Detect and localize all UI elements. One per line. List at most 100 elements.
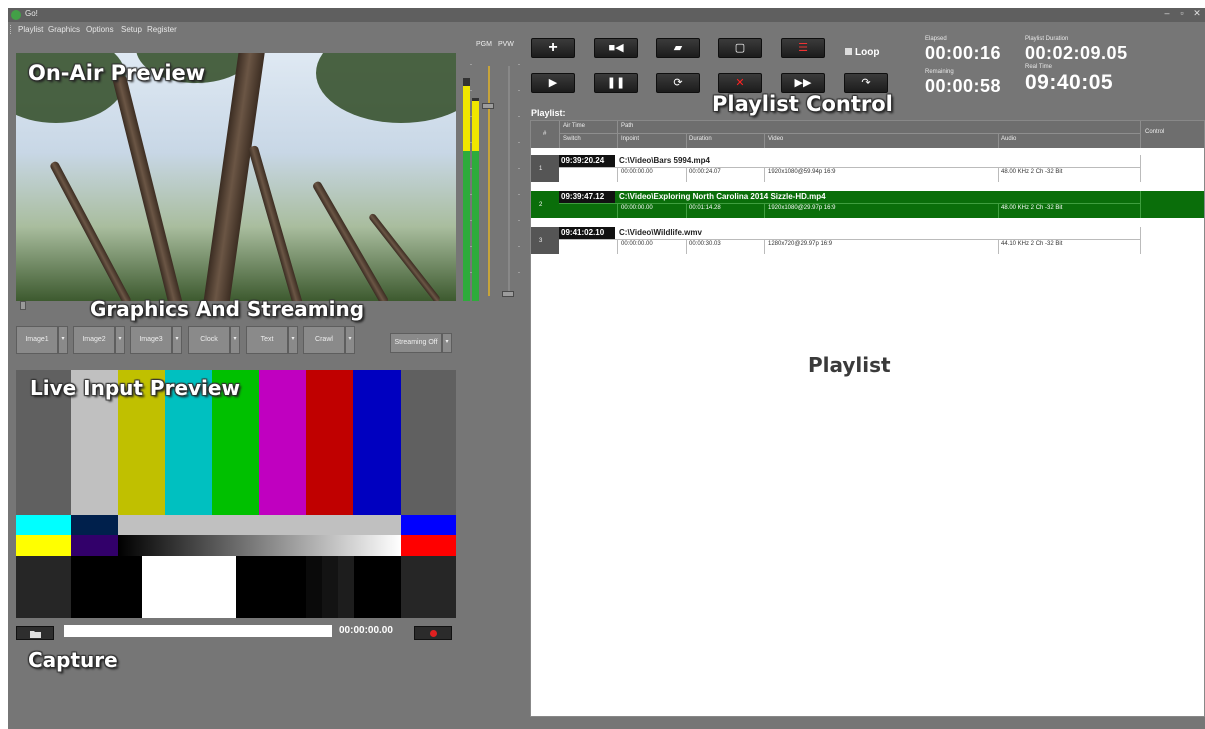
- streaming-button[interactable]: Streaming Off: [390, 333, 442, 353]
- header-num: #: [543, 131, 547, 137]
- delete-list-icon: ☰: [798, 42, 808, 54]
- title-bar: Go! – ▫ ✕: [8, 8, 1205, 22]
- save-button[interactable]: ▢: [718, 38, 762, 58]
- row-duration: 00:01:14.28: [689, 205, 721, 211]
- table-row[interactable]: 1 09:39:20.24 C:\Video\Bars 5994.mp4 00:…: [531, 155, 1204, 182]
- live-input-preview: Live Input Preview: [16, 370, 456, 618]
- playlist-duration-label: Playlist Duration: [1025, 36, 1069, 42]
- on-air-preview: On-Air Preview: [16, 53, 456, 301]
- row-duration: 00:00:24.07: [689, 169, 721, 175]
- image1-button[interactable]: Image1: [16, 326, 58, 354]
- loop-checkbox[interactable]: Loop: [845, 47, 879, 58]
- row-audio: 48.00 KHz 2 Ch -32 Bit: [1001, 169, 1063, 175]
- image2-button[interactable]: Image2: [73, 326, 115, 354]
- pgm-level-meter: [463, 78, 470, 301]
- scrubber-knob[interactable]: [20, 301, 26, 310]
- menu-graphics[interactable]: Graphics: [48, 25, 80, 34]
- pgm-label: PGM: [476, 41, 492, 48]
- row-number: 3: [531, 227, 559, 254]
- app-logo-icon: [11, 10, 21, 20]
- playlist-duration: 00:02:09.05: [1025, 43, 1128, 63]
- image2-dropdown[interactable]: ▾: [115, 326, 125, 354]
- header-duration: Duration: [689, 136, 712, 142]
- row-control[interactable]: [1140, 155, 1204, 182]
- reload-button[interactable]: ⟳: [656, 73, 700, 93]
- crawl-button[interactable]: Crawl: [303, 326, 345, 354]
- loop-checkbox-box[interactable]: [845, 48, 852, 55]
- table-row-active[interactable]: 2 09:39:47.12 C:\Video\Exploring North C…: [531, 191, 1204, 218]
- menu-setup[interactable]: Setup: [121, 25, 142, 34]
- image1-dropdown[interactable]: ▾: [58, 326, 68, 354]
- row-video: 1280x720@29.97p 16:9: [768, 241, 833, 247]
- clock-dropdown[interactable]: ▾: [230, 326, 240, 354]
- redo-button[interactable]: ↷: [844, 73, 888, 93]
- pause-icon: ❚❚: [606, 77, 626, 89]
- row-path: C:\Video\Wildlife.wmv: [619, 228, 702, 237]
- row-path: C:\Video\Exploring North Carolina 2014 S…: [619, 192, 826, 201]
- remaining-label: Remaining: [925, 69, 954, 75]
- text-dropdown[interactable]: ▾: [288, 326, 298, 354]
- row-audio: 44.10 KHz 2 Ch -32 Bit: [1001, 241, 1063, 247]
- capture-progress-bar: [64, 625, 332, 637]
- row-inpoint: 00:00:00.00: [621, 169, 653, 175]
- elapsed-time: 00:00:16: [925, 43, 1002, 63]
- image3-button[interactable]: Image3: [130, 326, 172, 354]
- next-button[interactable]: ▶▶: [781, 73, 825, 93]
- stop-button[interactable]: ✕: [718, 73, 762, 93]
- row-duration: 00:00:30.03: [689, 241, 721, 247]
- meter-labels: PGM PVW: [476, 41, 520, 48]
- image3-dropdown[interactable]: ▾: [172, 326, 182, 354]
- close-icon[interactable]: ✕: [1190, 8, 1204, 19]
- header-switch: Switch: [563, 136, 581, 142]
- loop-label: Loop: [855, 47, 880, 58]
- play-button[interactable]: ▶: [531, 73, 575, 93]
- row-inpoint: 00:00:00.00: [621, 241, 653, 247]
- save-icon: ▢: [734, 42, 746, 54]
- remaining-time: 00:00:58: [925, 76, 1002, 96]
- row-audio: 48.00 KHz 2 Ch -32 Bit: [1001, 205, 1063, 211]
- row-video: 1920x1080@59.94p 16:9: [768, 169, 836, 175]
- row-air-time: 09:39:47.12: [559, 191, 615, 203]
- pgm-fader-knob[interactable]: [482, 103, 494, 109]
- row-number: 1: [531, 155, 559, 182]
- pause-button[interactable]: ❚❚: [594, 73, 638, 93]
- camera-button[interactable]: ■◀: [594, 38, 638, 58]
- header-control: Control: [1145, 129, 1165, 135]
- header-air-time: Air Time: [563, 123, 586, 129]
- text-button[interactable]: Text: [246, 326, 288, 354]
- menu-options[interactable]: Options: [86, 25, 114, 34]
- row-video: 1920x1080@29.97p 16:9: [768, 205, 836, 211]
- overlay-graphics-and-streaming: Graphics And Streaming: [90, 297, 365, 321]
- stop-x-icon: ✕: [735, 77, 745, 89]
- row-inpoint: 00:00:00.00: [621, 205, 653, 211]
- playlist-table[interactable]: # Air Time Switch Path Inpoint Duration …: [530, 120, 1205, 717]
- pvw-fader-knob[interactable]: [502, 291, 514, 297]
- row-control[interactable]: [1140, 191, 1204, 218]
- row-number: 2: [531, 191, 559, 218]
- open-button[interactable]: ▰: [656, 38, 700, 58]
- camera-icon: ■◀: [608, 42, 624, 54]
- row-air-time: 09:39:20.24: [559, 155, 615, 167]
- clock-button[interactable]: Clock: [188, 326, 230, 354]
- restore-icon[interactable]: ▫: [1175, 8, 1189, 18]
- playlist-header: # Air Time Switch Path Inpoint Duration …: [531, 121, 1204, 148]
- capture-folder-button[interactable]: [16, 626, 54, 640]
- app-title: Go!: [25, 9, 38, 18]
- menu-register[interactable]: Register: [147, 25, 177, 34]
- add-button[interactable]: +: [531, 38, 575, 58]
- plus-icon: +: [548, 39, 558, 56]
- record-button[interactable]: [414, 626, 452, 640]
- refresh-icon: ⟳: [673, 77, 683, 89]
- pgm-level-meter-right: [472, 98, 479, 301]
- elapsed-label: Elapsed: [925, 36, 947, 42]
- menu-grip: [10, 25, 12, 34]
- streaming-dropdown[interactable]: ▾: [442, 333, 452, 353]
- fast-forward-icon: ▶▶: [794, 77, 812, 89]
- table-row[interactable]: 3 09:41:02.10 C:\Video\Wildlife.wmv 00:0…: [531, 227, 1204, 254]
- menu-bar: Playlist Graphics Options Setup Register: [8, 22, 1205, 36]
- minimize-icon[interactable]: –: [1160, 8, 1174, 18]
- menu-playlist[interactable]: Playlist: [18, 25, 43, 34]
- crawl-dropdown[interactable]: ▾: [345, 326, 355, 354]
- row-control[interactable]: [1140, 227, 1204, 254]
- clear-playlist-button[interactable]: ☰: [781, 38, 825, 58]
